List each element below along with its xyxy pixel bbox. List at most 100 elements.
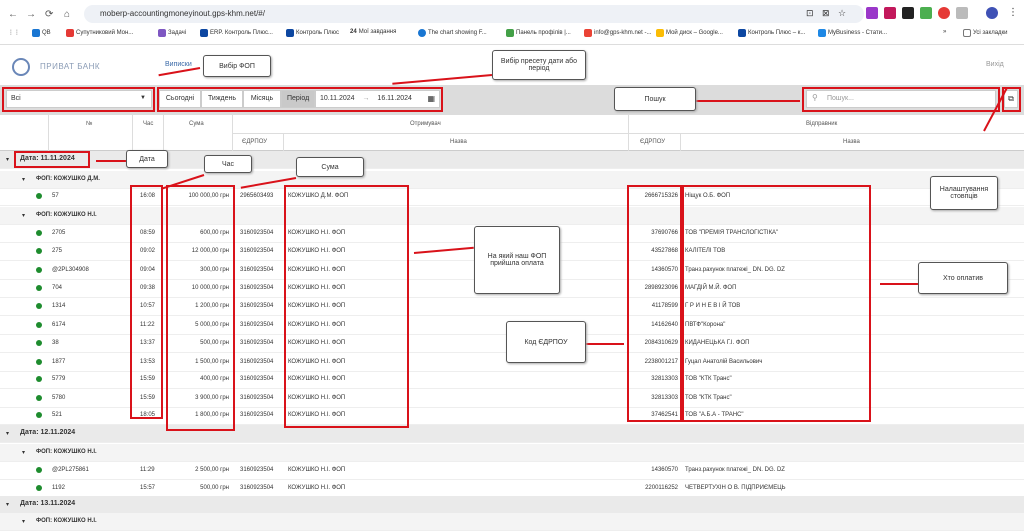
callout-search: Пошук <box>614 87 696 111</box>
extension-icon[interactable] <box>902 7 914 19</box>
bookmarks-bar: ⋮⋮ QB Супутниковий Мон... Задачі ERP. Ко… <box>8 29 1018 41</box>
bookmark[interactable]: Супутниковий Мон... <box>66 29 133 37</box>
bookmark[interactable]: Мой диск – Google... <box>656 29 723 37</box>
date-group-row[interactable]: ▾ Дата: 12.11.2024 <box>0 425 1024 443</box>
fop-group-row[interactable]: ▾ ФОП: КОЖУШКО Н.І. <box>0 513 1024 531</box>
translate-icon[interactable]: ⊠ <box>822 8 830 19</box>
apps-icon[interactable]: ⋮⋮ <box>8 29 20 36</box>
cell-receiver-edrpou: 3160923504 <box>240 485 274 491</box>
extension-icon[interactable] <box>920 7 932 19</box>
callout-date: Дата <box>126 150 168 168</box>
nav-link-statements[interactable]: Виписки <box>165 61 192 68</box>
highlight-search <box>802 87 1000 112</box>
chevron-more-icon[interactable]: » <box>943 29 946 35</box>
status-dot-icon <box>36 230 42 236</box>
col-divider <box>132 115 133 151</box>
cell-num: @2PL275861 <box>52 467 89 473</box>
expand-chevron-icon[interactable]: ▾ <box>22 212 25 219</box>
expand-chevron-icon[interactable]: ▾ <box>6 156 9 163</box>
cell-sender-edrpou: 2200116252 <box>645 485 678 491</box>
extension-icon[interactable] <box>884 7 896 19</box>
cell-receiver-edrpou: 3160923504 <box>240 395 274 401</box>
col-num[interactable]: № <box>86 121 92 127</box>
table-row[interactable]: @2PL275861 11:29 2 500,00 грн 3160923504 КОЖ… <box>0 462 1024 480</box>
arrow-line <box>696 100 800 102</box>
col-sender-edrpou[interactable]: ЄДРПОУ <box>640 139 665 145</box>
bookmark[interactable]: Задачі <box>158 29 186 37</box>
cell-num: 521 <box>52 412 63 418</box>
cell-num: 57 <box>52 193 59 199</box>
fop-group-label: ФОП: КОЖУШКО Д.М. <box>36 176 100 182</box>
status-dot-icon <box>36 193 42 199</box>
col-divider <box>680 133 681 151</box>
col-receiver-edrpou[interactable]: ЄДРПОУ <box>242 139 267 145</box>
cell-receiver-edrpou: 3160923504 <box>240 340 274 346</box>
highlight-fop-select <box>2 87 155 112</box>
cell-receiver-edrpou: 3160923504 <box>240 303 274 309</box>
fop-group-row[interactable]: ▾ ФОП: КОЖУШКО Н.І. <box>0 444 1024 462</box>
status-dot-icon <box>36 303 42 309</box>
cell-num: 2705 <box>52 230 66 236</box>
cell-receiver-edrpou: 3160923504 <box>240 412 274 418</box>
fop-group-label: ФОП: КОЖУШКО Н.І. <box>36 449 97 455</box>
reload-icon[interactable]: ⟳ <box>45 9 53 20</box>
bookmark[interactable]: MyBusiness - Стати... <box>818 29 887 37</box>
star-icon[interactable]: ☆ <box>838 8 846 19</box>
privatbank-logo <box>12 58 30 76</box>
bookmark[interactable]: Контроль Плюс – к... <box>738 29 805 37</box>
col-time[interactable]: Час <box>143 121 153 127</box>
col-receiver-name[interactable]: Назва <box>450 139 467 145</box>
cell-receiver-edrpou: 3160923504 <box>240 230 274 236</box>
menu-icon[interactable]: ⋮ <box>1008 7 1018 18</box>
date-group-row[interactable]: ▾ Дата: 13.11.2024 <box>0 496 1024 514</box>
highlight-date-presets <box>157 87 443 112</box>
status-dot-icon <box>36 485 42 491</box>
bookmark[interactable]: 24 Мої завдання <box>350 29 396 35</box>
expand-chevron-icon[interactable]: ▾ <box>6 430 9 437</box>
col-sum[interactable]: Сума <box>189 121 204 127</box>
callout-preset: Вибір пресету дати або період <box>492 50 586 80</box>
date-group-label: Дата: 12.11.2024 <box>20 429 76 436</box>
col-divider <box>48 115 49 151</box>
forward-icon[interactable]: → <box>26 9 36 20</box>
cell-num: 1192 <box>52 485 65 491</box>
col-sender[interactable]: Відправник <box>806 121 837 127</box>
callout-columns: Налаштування стовпців <box>930 176 998 210</box>
expand-chevron-icon[interactable]: ▾ <box>22 518 25 525</box>
install-icon[interactable]: ⊡ <box>806 8 814 19</box>
bookmark[interactable]: The chart showing F... <box>418 29 487 37</box>
cell-num: @2PL304908 <box>52 267 89 273</box>
expand-chevron-icon[interactable]: ▾ <box>6 501 9 508</box>
status-dot-icon <box>36 322 42 328</box>
bookmark[interactable]: QB <box>32 29 51 37</box>
url-text[interactable]: moberp-accountingmoneyinout.gps-khm.net/… <box>100 9 265 18</box>
bookmark[interactable]: Контроль Плюс <box>286 29 339 37</box>
status-dot-icon <box>36 412 42 418</box>
col-receiver[interactable]: Отримувач <box>410 121 441 127</box>
extensions-puzzle-icon[interactable] <box>956 7 968 19</box>
bookmark[interactable]: Панель профілів |... <box>506 29 571 37</box>
extension-icon[interactable] <box>938 7 950 19</box>
back-icon[interactable]: ← <box>8 9 18 20</box>
status-dot-icon <box>36 359 42 365</box>
highlight-payer-column <box>682 185 871 422</box>
expand-chevron-icon[interactable]: ▾ <box>22 176 25 183</box>
col-sender-name[interactable]: Назва <box>843 139 860 145</box>
cell-num: 5779 <box>52 376 66 382</box>
bookmark[interactable]: ERP. Контроль Плюс... <box>200 29 273 37</box>
callout-payer: Хто оплатив <box>918 262 1008 294</box>
logout-link[interactable]: Вихід <box>986 61 1004 68</box>
cell-receiver-edrpou: 3160923504 <box>240 376 274 382</box>
bookmark[interactable]: info@gps-khm.net -... <box>584 29 651 37</box>
arrow-line <box>586 343 624 345</box>
home-icon[interactable]: ⌂ <box>64 9 70 20</box>
highlight-edrpou-column <box>627 185 682 422</box>
cell-receiver-edrpou: 2965603493 <box>240 193 274 199</box>
all-bookmarks[interactable]: Усі закладки <box>963 29 1008 37</box>
cell-sum: 500,00 грн <box>200 485 229 491</box>
extension-icon[interactable] <box>866 7 878 19</box>
cell-receiver-edrpou: 3160923504 <box>240 248 274 254</box>
profile-avatar[interactable] <box>986 7 998 19</box>
expand-chevron-icon[interactable]: ▾ <box>22 449 25 456</box>
callout-fop: Вибір ФОП <box>203 55 271 77</box>
